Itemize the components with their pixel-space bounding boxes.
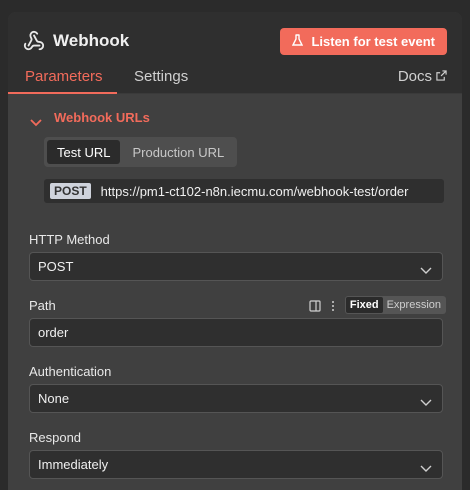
more-vertical-icon[interactable] [327,299,339,311]
path-label: Path [29,298,56,313]
test-url-tab[interactable]: Test URL [47,140,121,164]
respond-select[interactable]: Immediately [29,450,443,479]
fixed-expression-toggle: Fixed Expression [344,296,446,314]
sidebar-toggle-icon[interactable] [309,299,321,312]
docs-link[interactable]: Docs [398,68,447,91]
tab-settings-label: Settings [134,68,189,85]
webhook-urls-toggle[interactable]: Webhook URLs [30,110,150,126]
authentication-select[interactable]: None [29,384,443,413]
path-input[interactable]: order [29,318,443,347]
fixed-option[interactable]: Fixed [345,297,383,313]
method-badge: POST [50,183,91,199]
production-url-tab[interactable]: Production URL [122,140,234,164]
http-method-select[interactable]: POST [29,252,443,281]
path-value: order [38,325,69,340]
external-link-icon [436,68,447,85]
http-method-label: HTTP Method [29,232,110,247]
authentication-label: Authentication [29,364,112,379]
tab-bar: Parameters Settings Docs [8,68,462,94]
respond-label: Respond [29,430,82,445]
chevron-down-icon [30,114,42,126]
webhook-icon [23,30,45,52]
expression-option[interactable]: Expression [383,297,445,313]
path-tools: Fixed Expression [309,296,446,314]
webhook-url-display[interactable]: POST https://pm1-ct102-n8n.iecmu.com/web… [44,179,444,203]
listen-for-test-event-button[interactable]: Listen for test event [280,28,447,55]
docs-link-label: Docs [397,68,432,85]
chevron-down-icon [420,395,432,406]
webhook-urls-label: Webhook URLs [54,110,150,125]
url-type-switch: Test URL Production URL [44,137,238,167]
http-method-value: POST [38,259,74,274]
authentication-value: None [38,391,70,406]
flask-icon [292,34,304,49]
respond-value: Immediately [38,457,109,472]
node-title: Webhook [53,31,130,50]
tab-settings[interactable]: Settings [134,68,188,91]
node-details-panel: Webhook Listen for test event Parameters… [8,12,462,490]
tab-parameters[interactable]: Parameters [8,68,117,94]
chevron-down-icon [420,263,432,274]
title-row: Webhook [23,30,129,52]
tab-parameters-label: Parameters [25,68,103,85]
listen-button-label: Listen for test event [311,34,435,49]
panel-header: Webhook Listen for test event Parameters… [8,12,462,94]
webhook-url-text: https://pm1-ct102-n8n.iecmu.com/webhook-… [100,183,409,199]
chevron-down-icon [420,461,432,472]
